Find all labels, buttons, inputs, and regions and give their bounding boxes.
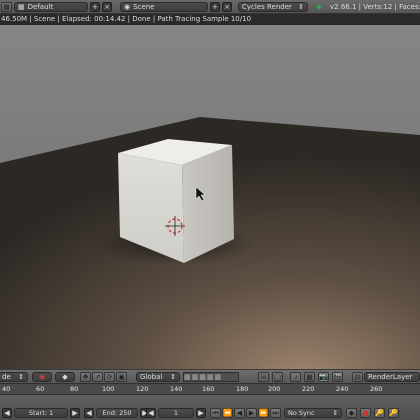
- current-frame-label: 1: [173, 409, 179, 417]
- ruler-tick: 60: [36, 385, 45, 393]
- play-reverse-icon[interactable]: ◀: [234, 408, 245, 418]
- jump-prev-keyframe-icon[interactable]: ⏪: [222, 408, 233, 418]
- add-layout-button[interactable]: +: [90, 2, 100, 12]
- shading-sphere-icon: ◉: [38, 373, 46, 381]
- lock-camera-icon[interactable]: ⛁: [258, 372, 269, 382]
- editor-type-icon[interactable]: ▦: [1, 2, 12, 12]
- ruler-tick: 160: [202, 385, 215, 393]
- blender-window: ▦ ▦ Default + × ◉ Scene + × Cycles Rende…: [0, 0, 420, 420]
- start-frame-field[interactable]: Start: 1: [14, 408, 68, 418]
- transform-orientation-selector[interactable]: Global ⇕: [136, 372, 180, 382]
- layout-icon: ▦: [18, 3, 25, 11]
- snap-element-icon[interactable]: ▩: [304, 372, 315, 382]
- orientation-label: Global: [140, 373, 163, 381]
- remove-scene-button[interactable]: ×: [222, 2, 232, 12]
- start-frame-increment[interactable]: ▶: [70, 408, 80, 418]
- scene-selector[interactable]: ◉ Scene: [120, 2, 208, 12]
- pivot-icon: ◆: [62, 373, 68, 381]
- dropdown-arrow-icon: ⇕: [332, 409, 338, 417]
- render-info-bar: 46.50M | Scene | Elapsed: 00:14.42 | Don…: [0, 14, 420, 25]
- ruler-tick: 140: [170, 385, 183, 393]
- layer-buttons[interactable]: ▦▦▦▦▦: [183, 372, 239, 382]
- jump-next-keyframe-icon[interactable]: ⏩: [258, 408, 269, 418]
- ruler-tick: 80: [70, 385, 79, 393]
- keyframe-insert-icon[interactable]: 🔑: [374, 408, 385, 418]
- remove-layout-button[interactable]: ×: [102, 2, 112, 12]
- record-button-icon[interactable]: ●: [360, 408, 371, 418]
- current-frame-decrement[interactable]: ◀: [146, 408, 156, 418]
- dropdown-arrow-icon: ⇕: [170, 373, 176, 381]
- ruler-tick: 100: [102, 385, 115, 393]
- ruler-tick: 260: [370, 385, 383, 393]
- scene-name: Scene: [133, 3, 155, 11]
- manipulator-toggle[interactable]: ❖: [80, 372, 91, 382]
- render-layer-label: RenderLayer: [368, 373, 413, 381]
- proportional-edit-icon[interactable]: ◯: [272, 372, 283, 382]
- timeline-ruler[interactable]: 40 60 80 100 120 140 160 180 200 220 240…: [0, 383, 420, 394]
- timeline-header: ◀ Start: 1 ▶ ◀ End: 250 ▶ ◀ 1 ▶ ⏮ ⏪ ◀ ▶ …: [0, 394, 420, 420]
- blender-logo-icon: ◉: [316, 3, 323, 11]
- end-frame-field[interactable]: End: 250: [96, 408, 138, 418]
- scene-stats: v2.66.1 | Verts:12 | Faces:6: [330, 3, 420, 11]
- keyframe-delete-icon[interactable]: 🔑: [388, 408, 399, 418]
- current-frame-field[interactable]: 1: [158, 408, 194, 418]
- layers-grid-icon: ▦▦▦▦▦: [184, 373, 223, 381]
- jump-to-end-icon[interactable]: ⏭: [270, 408, 281, 418]
- rotate-manipulator-icon[interactable]: ⟳: [104, 372, 115, 382]
- rendered-scene: [0, 25, 420, 369]
- scene-icon: ◉: [124, 3, 131, 11]
- current-frame-increment[interactable]: ▶: [196, 408, 206, 418]
- render-layer-selector[interactable]: RenderLayer: [364, 372, 420, 382]
- mode-label: de: [2, 373, 11, 381]
- end-frame-label: End: 250: [102, 409, 132, 417]
- pivot-point-selector[interactable]: ◆: [55, 372, 75, 382]
- sync-mode-selector[interactable]: No Sync ⇕: [284, 408, 342, 418]
- ruler-tick: 200: [268, 385, 281, 393]
- scale-manipulator-icon[interactable]: ▣: [116, 372, 127, 382]
- info-header: ▦ ▦ Default + × ◉ Scene + × Cycles Rende…: [0, 0, 420, 14]
- render-engine-label: Cycles Render: [242, 3, 292, 11]
- ruler-tick: 40: [2, 385, 11, 393]
- jump-to-start-icon[interactable]: ⏮: [210, 408, 221, 418]
- layout-selector[interactable]: ▦ Default: [14, 2, 88, 12]
- add-scene-button[interactable]: +: [210, 2, 220, 12]
- render-layer-icon[interactable]: ▤: [352, 372, 363, 382]
- viewport-shading-selector[interactable]: ◉: [32, 372, 52, 382]
- mode-selector[interactable]: de ⇕: [0, 372, 28, 382]
- keying-set-icon[interactable]: ◆: [346, 408, 357, 418]
- dropdown-arrow-icon: ⇕: [298, 3, 304, 11]
- ruler-tick: 240: [336, 385, 349, 393]
- start-frame-label: Start: 1: [28, 409, 54, 417]
- ruler-tick: 180: [236, 385, 249, 393]
- translate-manipulator-icon[interactable]: ↗: [92, 372, 103, 382]
- dropdown-arrow-icon: ⇕: [18, 373, 24, 381]
- sync-mode-label: No Sync: [288, 409, 315, 417]
- play-icon[interactable]: ▶: [246, 408, 257, 418]
- end-frame-decrement[interactable]: ◀: [84, 408, 94, 418]
- viewport-header: de ⇕ ◉ ◆ ❖ ↗ ⟳ ▣ Global ⇕ ▦▦▦▦▦ ⛁ ◯ ⍻ ▩ …: [0, 369, 420, 383]
- start-frame-decrement[interactable]: ◀: [2, 408, 12, 418]
- render-engine-selector[interactable]: Cycles Render ⇕: [238, 2, 308, 12]
- layout-name: Default: [27, 3, 54, 11]
- render-animation-icon[interactable]: 🎬: [332, 372, 343, 382]
- ruler-tick: 120: [136, 385, 149, 393]
- 3d-viewport[interactable]: [0, 25, 420, 369]
- ruler-tick: 220: [302, 385, 315, 393]
- render-preview-icon[interactable]: 📷: [318, 372, 329, 382]
- snap-icon[interactable]: ⍻: [290, 372, 301, 382]
